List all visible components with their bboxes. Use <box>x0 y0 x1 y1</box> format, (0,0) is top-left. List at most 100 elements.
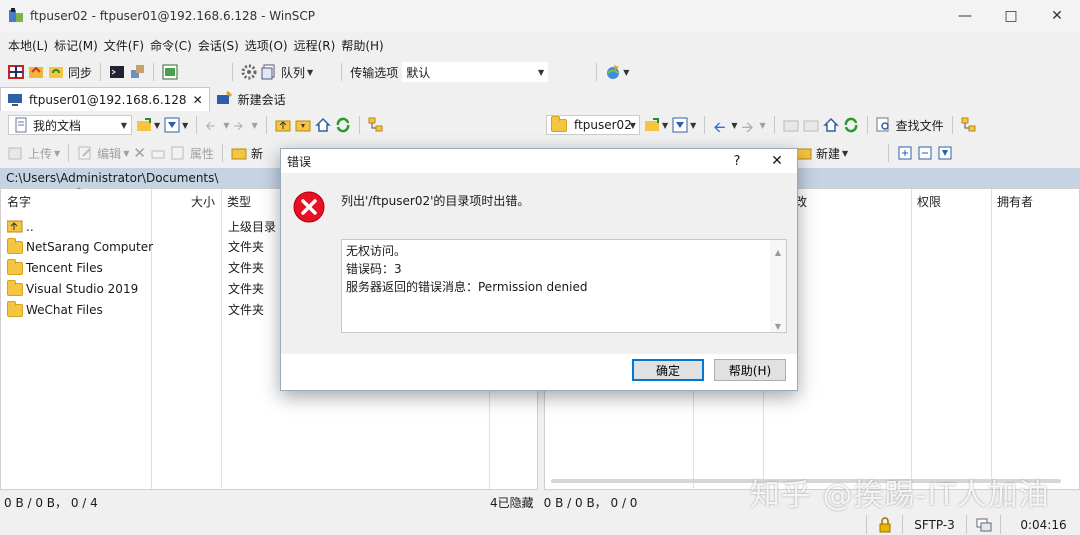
remote-back-dropdown-icon[interactable]: ▼ <box>731 121 737 130</box>
refresh-icon[interactable] <box>335 117 351 133</box>
chevron-down-icon: ▼ <box>538 67 545 77</box>
file-row[interactable]: NetSarang Computer <box>7 237 153 257</box>
sync-icon <box>48 64 64 80</box>
delete-icon[interactable]: ✕ <box>133 144 146 162</box>
queue-dropdown-icon: ▼ <box>307 67 314 77</box>
putty-icon[interactable] <box>129 64 145 80</box>
properties-label[interactable]: 属性 <box>190 145 214 162</box>
menu-mark[interactable]: 标记(M) <box>54 37 98 54</box>
dialog-title-bar: 错误 ? ✕ <box>281 149 797 173</box>
edit-label[interactable]: 编辑 <box>97 145 121 162</box>
parent-directory-icon[interactable] <box>275 117 291 133</box>
menu-session[interactable]: 会话(S) <box>198 37 239 54</box>
compare-icon[interactable] <box>8 64 24 80</box>
console-icon[interactable] <box>109 64 125 80</box>
remote-open-dropdown-icon[interactable]: ▼ <box>662 121 668 130</box>
dialog-close-button[interactable]: ✕ <box>757 153 797 169</box>
queue-label: 队列 <box>281 65 306 80</box>
help-button[interactable]: 帮助(H) <box>714 359 786 381</box>
remote-filter-dropdown-icon[interactable]: ▼ <box>690 121 696 130</box>
remote-location-select[interactable]: ftpuser02 ▼ <box>546 115 640 135</box>
open-folder-icon[interactable] <box>136 117 152 133</box>
tab-new-session[interactable]: 新建会话 <box>210 87 292 111</box>
refresh-icon[interactable] <box>843 117 859 133</box>
back-arrow-icon[interactable]: 🡨 <box>713 117 729 136</box>
collapse-icon[interactable] <box>917 145 933 161</box>
monitor-icon <box>7 92 23 108</box>
close-window-button[interactable]: ✕ <box>1034 0 1080 32</box>
expand-icon[interactable] <box>897 145 913 161</box>
connection-globe-icon[interactable] <box>605 64 621 80</box>
column-size[interactable]: 大小 <box>151 189 221 215</box>
open-folder-dropdown-icon[interactable]: ▼ <box>154 121 160 130</box>
file-row[interactable]: Tencent Files <box>7 258 103 278</box>
find-files-button[interactable]: 查找文件 <box>876 117 944 134</box>
column-changed[interactable]: 改 <box>789 189 909 215</box>
tree-view-icon[interactable] <box>961 117 977 133</box>
globe-dropdown-icon[interactable]: ▼ <box>623 68 629 77</box>
root-directory-icon[interactable] <box>295 117 311 133</box>
filter-icon[interactable] <box>672 117 688 133</box>
upload-dropdown-icon[interactable]: ▼ <box>54 149 60 158</box>
local-new-label[interactable]: 新 <box>251 145 263 162</box>
menu-file[interactable]: 文件(F) <box>104 37 144 54</box>
file-type: 上级目录 <box>228 220 277 234</box>
home-icon[interactable] <box>314 117 331 133</box>
back-arrow-icon[interactable]: 🡨 <box>205 117 221 133</box>
select-filter-icon[interactable] <box>937 145 953 161</box>
menu-options[interactable]: 选项(O) <box>245 37 288 54</box>
maximize-button[interactable]: □ <box>988 0 1034 32</box>
network-icon <box>966 515 1000 534</box>
queue-button[interactable]: 队列 ▼ <box>261 64 313 81</box>
local-hidden-count[interactable]: 4已隐藏 <box>490 494 534 511</box>
edit-icon <box>77 145 93 161</box>
tree-view-icon[interactable] <box>368 117 384 133</box>
upload-label[interactable]: 上传 <box>28 145 52 162</box>
back-dropdown-icon[interactable]: ▼ <box>223 121 229 130</box>
ok-button[interactable]: 确定 <box>632 359 704 381</box>
synchronize-browsing-icon[interactable] <box>28 64 44 80</box>
menu-local[interactable]: 本地(L) <box>8 37 48 54</box>
open-folder-icon[interactable] <box>644 117 660 133</box>
rename-icon[interactable] <box>150 145 166 161</box>
folder-icon <box>7 279 23 296</box>
remote-file-toolbar: 新建 ▼ <box>796 141 953 165</box>
transfer-settings-select[interactable]: 默认 ▼ <box>402 62 549 82</box>
forward-arrow-icon[interactable]: 🡪 <box>741 117 757 136</box>
minimize-button[interactable]: — <box>942 0 988 32</box>
menu-help[interactable]: 帮助(H) <box>341 37 383 54</box>
column-owner[interactable]: 拥有者 <box>991 189 1071 215</box>
error-detail-line: 错误码：3 <box>346 262 402 276</box>
filter-dropdown-icon[interactable]: ▼ <box>182 121 188 130</box>
menu-command[interactable]: 命令(C) <box>150 37 192 54</box>
local-location-select[interactable]: 我的文档 ▼ <box>8 115 132 135</box>
tab-session[interactable]: ftpuser01@192.168.6.128 ✕ <box>0 87 210 111</box>
sync-label: 同步 <box>68 65 93 80</box>
scroll-down-icon[interactable]: ▼ <box>770 318 786 336</box>
file-row[interactable]: Visual Studio 2019 <box>7 279 138 299</box>
file-row[interactable]: WeChat Files <box>7 300 103 320</box>
remote-new-dropdown-icon[interactable]: ▼ <box>842 149 848 158</box>
remote-new-label[interactable]: 新建 <box>816 145 840 162</box>
new-folder-icon <box>796 145 812 161</box>
forward-dropdown-icon[interactable]: ▼ <box>251 121 257 130</box>
home-icon[interactable] <box>822 117 839 133</box>
menu-remote[interactable]: 远程(R) <box>294 37 336 54</box>
column-rights[interactable]: 权限 <box>911 189 991 215</box>
scroll-up-icon[interactable]: ▲ <box>770 244 786 262</box>
file-type: 文件夹 <box>228 240 265 254</box>
file-row-parent[interactable]: .. <box>6 217 34 237</box>
remote-forward-dropdown-icon[interactable]: ▼ <box>759 121 765 130</box>
sync-button[interactable]: 同步 <box>48 64 92 81</box>
root-directory-icon[interactable] <box>803 117 819 133</box>
dialog-help-button[interactable]: ? <box>717 154 757 169</box>
edit-dropdown-icon[interactable]: ▼ <box>123 149 129 158</box>
terminal-window-icon[interactable] <box>162 64 178 80</box>
parent-directory-icon[interactable] <box>783 117 799 133</box>
error-details-box[interactable]: 无权访问。 错误码：3 服务器返回的错误消息：Permission denied… <box>341 239 787 333</box>
forward-arrow-icon[interactable]: 🡪 <box>233 117 249 133</box>
preferences-gear-icon[interactable] <box>241 64 257 80</box>
close-tab-icon[interactable]: ✕ <box>193 93 203 107</box>
details-scrollbar[interactable]: ▲ ▼ <box>770 240 786 332</box>
filter-icon[interactable] <box>164 117 180 133</box>
